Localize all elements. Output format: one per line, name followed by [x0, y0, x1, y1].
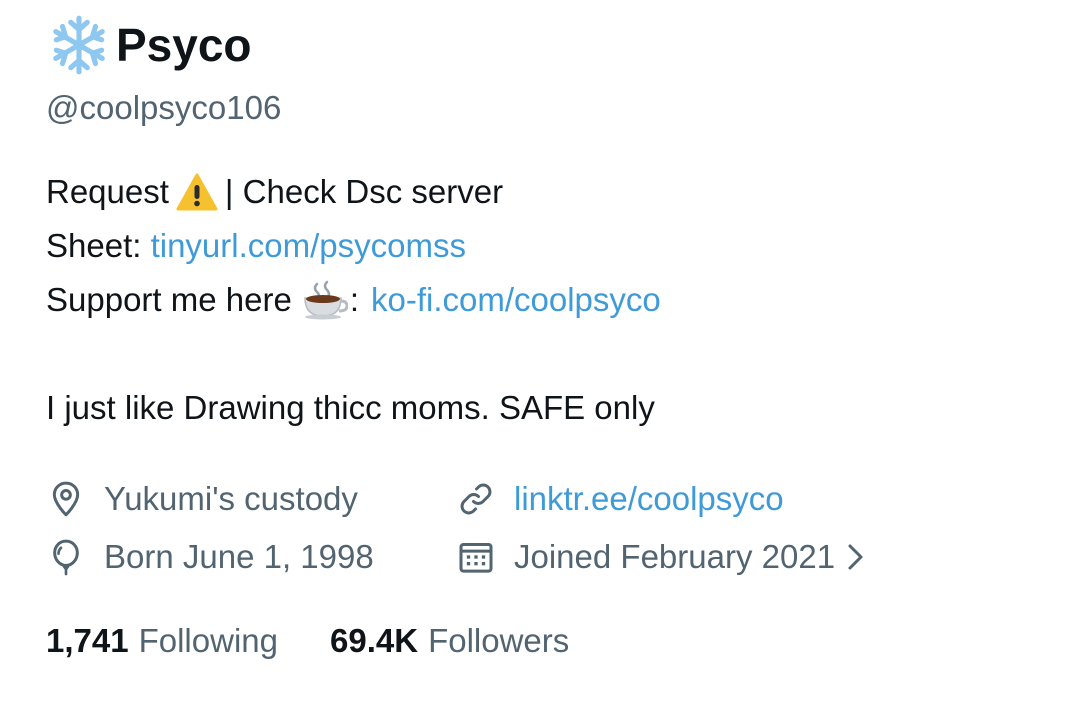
bio-request-suffix: | Check Dsc server	[224, 173, 504, 210]
bio-about-text: I just like Drawing thicc moms. SAFE onl…	[46, 389, 655, 426]
bio-support-colon: :	[349, 281, 359, 318]
sheet-link[interactable]: tinyurl.com/psycomss	[151, 219, 466, 273]
snowflake-icon	[53, 15, 105, 75]
profile-stats: 1,741 Following 69.4K Followers	[46, 616, 621, 666]
name-row: Psyco	[46, 12, 252, 78]
followers-label: Followers	[428, 622, 570, 659]
bio-line-sheet: Sheet: tinyurl.com/psycomss	[46, 219, 661, 273]
website-link[interactable]: linktr.ee/coolpsyco	[514, 480, 784, 518]
display-name: Psyco	[116, 19, 252, 71]
bio-request-text: Request	[46, 173, 169, 210]
link-icon	[460, 483, 492, 515]
followers-stat[interactable]: 69.4K Followers	[330, 622, 569, 660]
birthday-item: Born June 1, 1998	[46, 537, 374, 577]
meta-row-1: Yukumi's custody linktr.ee/coolpsyco	[46, 470, 946, 528]
location-pin-icon	[52, 481, 80, 517]
joined-text: Joined February 2021	[514, 538, 836, 575]
warning-icon	[176, 173, 218, 211]
bio-line-about: I just like Drawing thicc moms. SAFE onl…	[46, 381, 661, 435]
bio-line-support: Support me here : ko-fi.com/coolpsyco	[46, 273, 661, 327]
website-item[interactable]: linktr.ee/coolpsyco	[456, 479, 784, 519]
chevron-right-icon[interactable]	[845, 539, 867, 575]
profile-bio: Request | Check Dsc server Sheet: tinyur…	[46, 165, 661, 435]
bio-line-request: Request | Check Dsc server	[46, 165, 661, 219]
calendar-icon	[459, 543, 493, 573]
bio-spacer	[46, 327, 661, 381]
profile-meta: Yukumi's custody linktr.ee/coolpsyco Bor…	[46, 470, 946, 586]
balloon-icon	[53, 539, 79, 576]
bio-support-label: Support me here	[46, 281, 292, 318]
coffee-icon	[304, 280, 348, 320]
meta-row-2: Born June 1, 1998 Joined February 2021	[46, 528, 946, 586]
following-stat[interactable]: 1,741 Following	[46, 622, 278, 660]
following-label: Following	[138, 622, 278, 659]
bio-sheet-label: Sheet:	[46, 227, 151, 264]
birthday-text: Born June 1, 1998	[104, 538, 374, 575]
following-count: 1,741	[46, 622, 129, 659]
followers-count: 69.4K	[330, 622, 419, 659]
joined-item[interactable]: Joined February 2021	[456, 537, 867, 577]
location-text: Yukumi's custody	[104, 480, 358, 517]
profile-handle: @coolpsyco106	[46, 89, 282, 126]
location-item: Yukumi's custody	[46, 479, 358, 519]
kofi-link[interactable]: ko-fi.com/coolpsyco	[371, 273, 661, 327]
